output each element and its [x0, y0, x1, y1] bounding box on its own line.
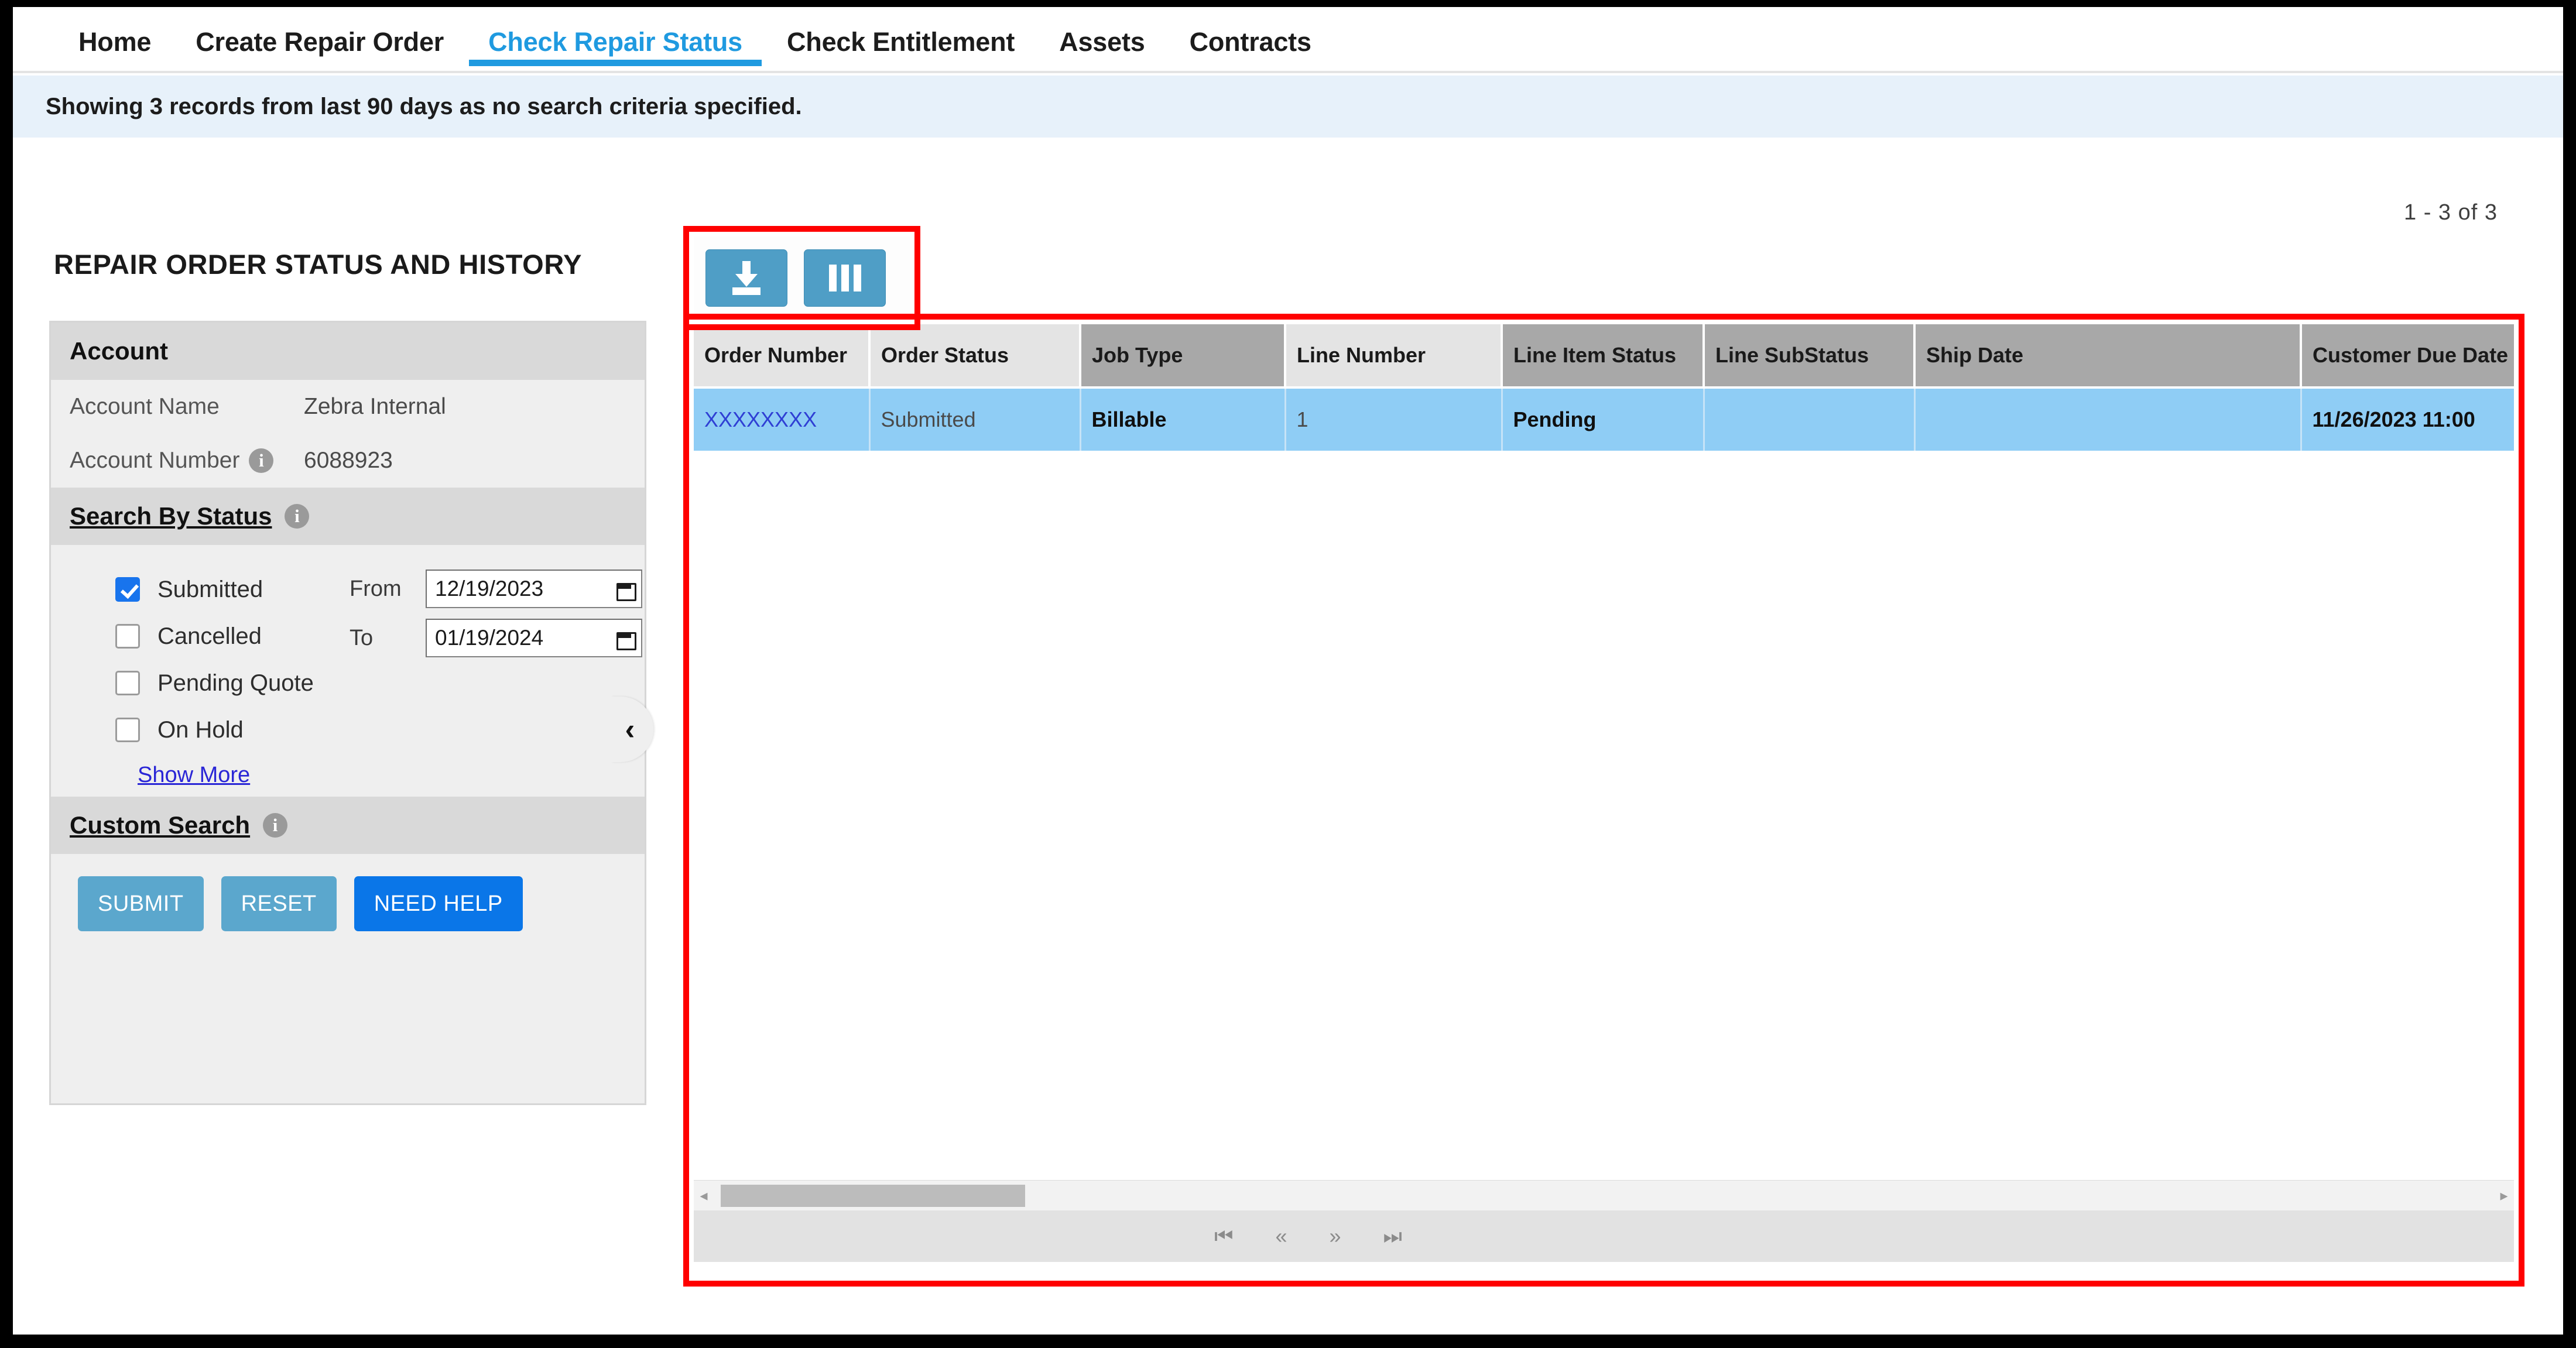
scroll-left-arrow-icon[interactable]: ◂ [694, 1186, 714, 1205]
calendar-icon[interactable] [616, 580, 636, 601]
column-header-line-number[interactable]: Line Number [1285, 324, 1503, 389]
submit-button[interactable]: SUBMIT [78, 876, 204, 931]
action-button-row: SUBMIT RESET NEED HELP [51, 854, 645, 931]
search-filter-panel: Account Account Name Zebra Internal Acco… [49, 321, 646, 1105]
date-from-label: From [350, 576, 402, 601]
status-filters: Submitted Cancelled Pending Quote On Hol… [51, 545, 645, 797]
info-icon[interactable]: i [285, 504, 310, 529]
account-section-header: Account [51, 323, 645, 380]
chevron-left-icon: ‹ [625, 713, 635, 746]
table-header: Order Number Order Status Job Type Line … [694, 324, 2514, 389]
date-to-row: To 01/19/2024 [350, 619, 642, 657]
date-to-input[interactable]: 01/19/2024 [426, 619, 642, 657]
column-header-customer-due-date[interactable]: Customer Due Date [2301, 324, 2514, 389]
last-page-icon[interactable]: ⏭ [1383, 1226, 1402, 1247]
cell-customer-due-date: 11/26/2023 11:00 [2301, 387, 2514, 451]
account-number-label: Account Number i [70, 448, 304, 474]
scrollbar-track[interactable] [714, 1181, 2494, 1210]
grid-scroll-viewport: Order Number Order Status Job Type Line … [694, 324, 2514, 1148]
main-navigation: Home Create Repair Order Check Repair St… [13, 7, 2563, 73]
info-icon[interactable]: i [263, 813, 288, 838]
checkbox-on-hold[interactable] [115, 718, 140, 742]
cell-order-number[interactable]: XXXXXXXX [694, 387, 871, 451]
status-label-submitted: Submitted [157, 576, 263, 602]
results-counter: 1 - 3 of 3 [2404, 200, 2498, 225]
search-by-status-title[interactable]: Search By Status [70, 502, 272, 530]
first-page-icon[interactable]: ⏮ [1214, 1226, 1233, 1247]
column-chooser-button[interactable] [804, 249, 886, 307]
previous-page-icon[interactable]: « [1275, 1226, 1287, 1247]
application-window: Home Create Repair Order Check Repair St… [13, 7, 2563, 1335]
calendar-icon[interactable] [616, 629, 636, 650]
cell-line-substatus [1704, 387, 1916, 451]
status-label-pending-quote: Pending Quote [157, 670, 314, 696]
nav-tab-home[interactable]: Home [56, 7, 173, 71]
scrollbar-thumb[interactable] [721, 1185, 1025, 1207]
status-filter-on-hold[interactable]: On Hold [51, 706, 645, 753]
table-row[interactable]: XXXXXXXX Submitted Billable 1 Pending 11… [694, 387, 2514, 451]
checkbox-pending-quote[interactable] [115, 671, 140, 695]
status-label-cancelled: Cancelled [157, 623, 262, 649]
date-from-value: 12/19/2023 [435, 577, 544, 601]
checkbox-cancelled[interactable] [115, 624, 140, 649]
column-header-order-number[interactable]: Order Number [694, 324, 871, 389]
table-body: XXXXXXXX Submitted Billable 1 Pending 11… [694, 387, 2514, 451]
page-title: REPAIR ORDER STATUS AND HISTORY [54, 249, 583, 280]
next-page-icon[interactable]: » [1330, 1226, 1341, 1247]
account-number-value: 6088923 [304, 448, 393, 473]
account-number-row: Account Number i 6088923 [51, 434, 645, 488]
cell-job-type: Billable [1080, 387, 1286, 451]
status-filter-pending-quote[interactable]: Pending Quote [51, 660, 645, 706]
date-from-input[interactable]: 12/19/2023 [426, 570, 642, 608]
nav-tab-list: Home Create Repair Order Check Repair St… [13, 7, 2563, 71]
info-icon[interactable]: i [249, 448, 274, 473]
scroll-right-arrow-icon[interactable]: ▸ [2494, 1186, 2514, 1205]
pagination-bar: ⏮ « » ⏭ [694, 1210, 2514, 1262]
columns-icon [828, 265, 861, 291]
cell-line-number: 1 [1285, 387, 1503, 451]
date-from-row: From 12/19/2023 [350, 570, 642, 608]
download-icon [730, 261, 763, 295]
cell-line-item-status: Pending [1502, 387, 1705, 451]
checkbox-submitted[interactable] [115, 577, 140, 602]
nav-tab-assets[interactable]: Assets [1037, 7, 1167, 71]
account-name-label: Account Name [70, 394, 220, 419]
date-to-value: 01/19/2024 [435, 626, 544, 650]
horizontal-scrollbar[interactable]: ◂ ▸ [694, 1180, 2514, 1210]
custom-search-header[interactable]: Custom Search i [51, 797, 645, 854]
custom-search-title[interactable]: Custom Search [70, 811, 250, 839]
grid-toolbar [694, 236, 910, 320]
column-header-ship-date[interactable]: Ship Date [1914, 324, 2302, 389]
column-header-line-item-status[interactable]: Line Item Status [1502, 324, 1705, 389]
export-download-button[interactable] [705, 249, 787, 307]
order-number-link[interactable]: XXXXXXXX [704, 407, 817, 431]
show-more-link[interactable]: Show More [51, 763, 250, 788]
nav-tab-check-repair-status[interactable]: Check Repair Status [466, 7, 765, 71]
cell-order-status: Submitted [869, 387, 1081, 451]
column-header-line-substatus[interactable]: Line SubStatus [1704, 324, 1916, 389]
table-header-row: Order Number Order Status Job Type Line … [694, 324, 2514, 389]
date-to-label: To [350, 625, 374, 650]
account-section-title: Account [70, 337, 168, 365]
nav-tab-check-entitlement[interactable]: Check Entitlement [765, 7, 1037, 71]
account-name-row: Account Name Zebra Internal [51, 380, 645, 434]
account-number-label-text: Account Number [70, 448, 240, 473]
nav-tab-create-repair-order[interactable]: Create Repair Order [173, 7, 466, 71]
search-by-status-header[interactable]: Search By Status i [51, 488, 645, 545]
panel-collapse-toggle[interactable]: ‹ [611, 697, 653, 762]
need-help-button[interactable]: NEED HELP [354, 876, 523, 931]
account-name-value: Zebra Internal [304, 394, 446, 419]
reset-button[interactable]: RESET [221, 876, 337, 931]
column-header-order-status[interactable]: Order Status [869, 324, 1081, 389]
nav-tab-contracts[interactable]: Contracts [1167, 7, 1334, 71]
info-banner-message: Showing 3 records from last 90 days as n… [46, 93, 802, 119]
info-banner: Showing 3 records from last 90 days as n… [13, 76, 2563, 138]
cell-ship-date [1914, 387, 2302, 451]
status-label-on-hold: On Hold [157, 716, 244, 743]
column-header-job-type[interactable]: Job Type [1080, 324, 1286, 389]
results-grid: Order Number Order Status Job Type Line … [694, 324, 2514, 1276]
repair-order-table: Order Number Order Status Job Type Line … [694, 324, 2514, 451]
